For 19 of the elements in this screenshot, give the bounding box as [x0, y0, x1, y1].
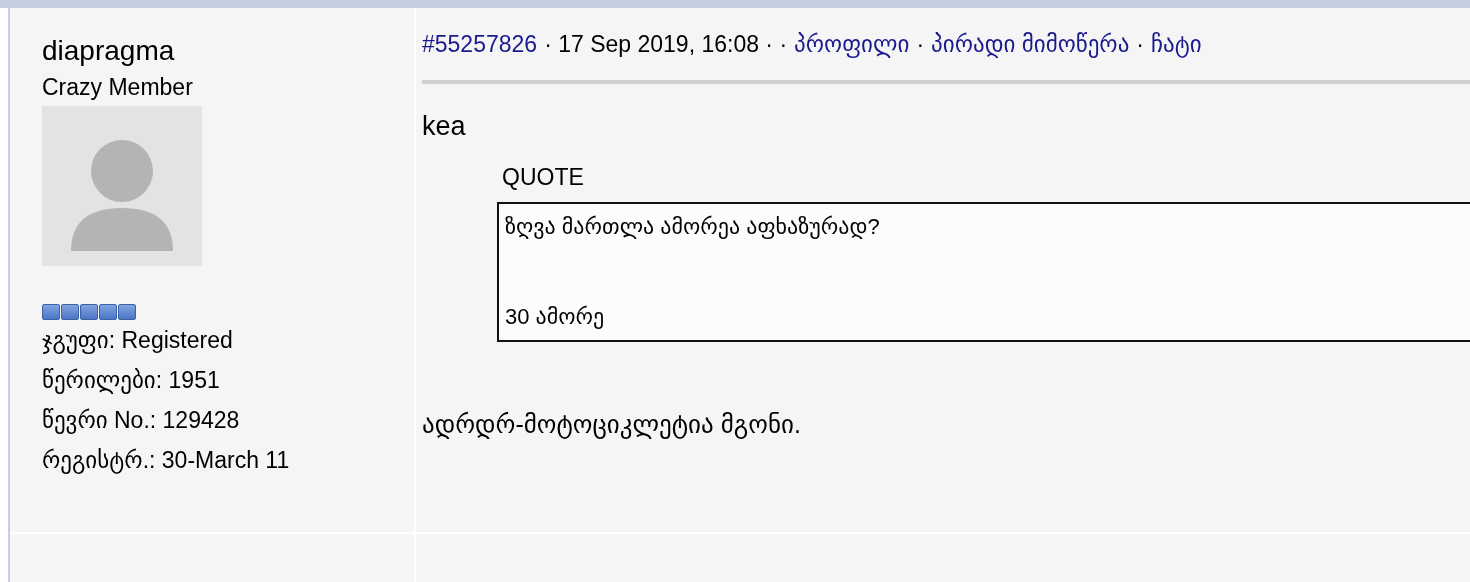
- quote-label: QUOTE: [502, 163, 585, 192]
- author-detail: წევრი No.: 129428: [42, 406, 240, 436]
- author-rank: Crazy Member: [42, 73, 193, 102]
- quote-text: 30 ამორე: [505, 303, 606, 331]
- post-text: ადრდრ-მოტოციკლეტია მგონი.: [422, 409, 802, 441]
- author-name[interactable]: diapragma: [42, 34, 175, 68]
- header-link[interactable]: ჩატი: [1151, 28, 1202, 60]
- header-link[interactable]: პროფილი: [794, 28, 910, 60]
- author-detail: ჯგუფი: Registered: [42, 326, 233, 356]
- avatar-placeholder-icon: [42, 106, 202, 266]
- author-detail: წერილები: 1951: [42, 366, 220, 396]
- header-link[interactable]: #55257826: [422, 28, 538, 60]
- post-text: kea: [422, 110, 467, 143]
- post-date: ·: [1136, 30, 1144, 59]
- header-link[interactable]: პირადი მიმოწერა: [931, 28, 1130, 60]
- author-detail: რეგისტრ.: 30-March 11: [42, 446, 290, 476]
- post-date: · 17 Sep 2019, 16:08 · ·: [544, 30, 788, 59]
- quote-text: ზღვა მართლა ამორეა აფხაზურად?: [505, 213, 881, 241]
- post-date: ·: [916, 30, 925, 59]
